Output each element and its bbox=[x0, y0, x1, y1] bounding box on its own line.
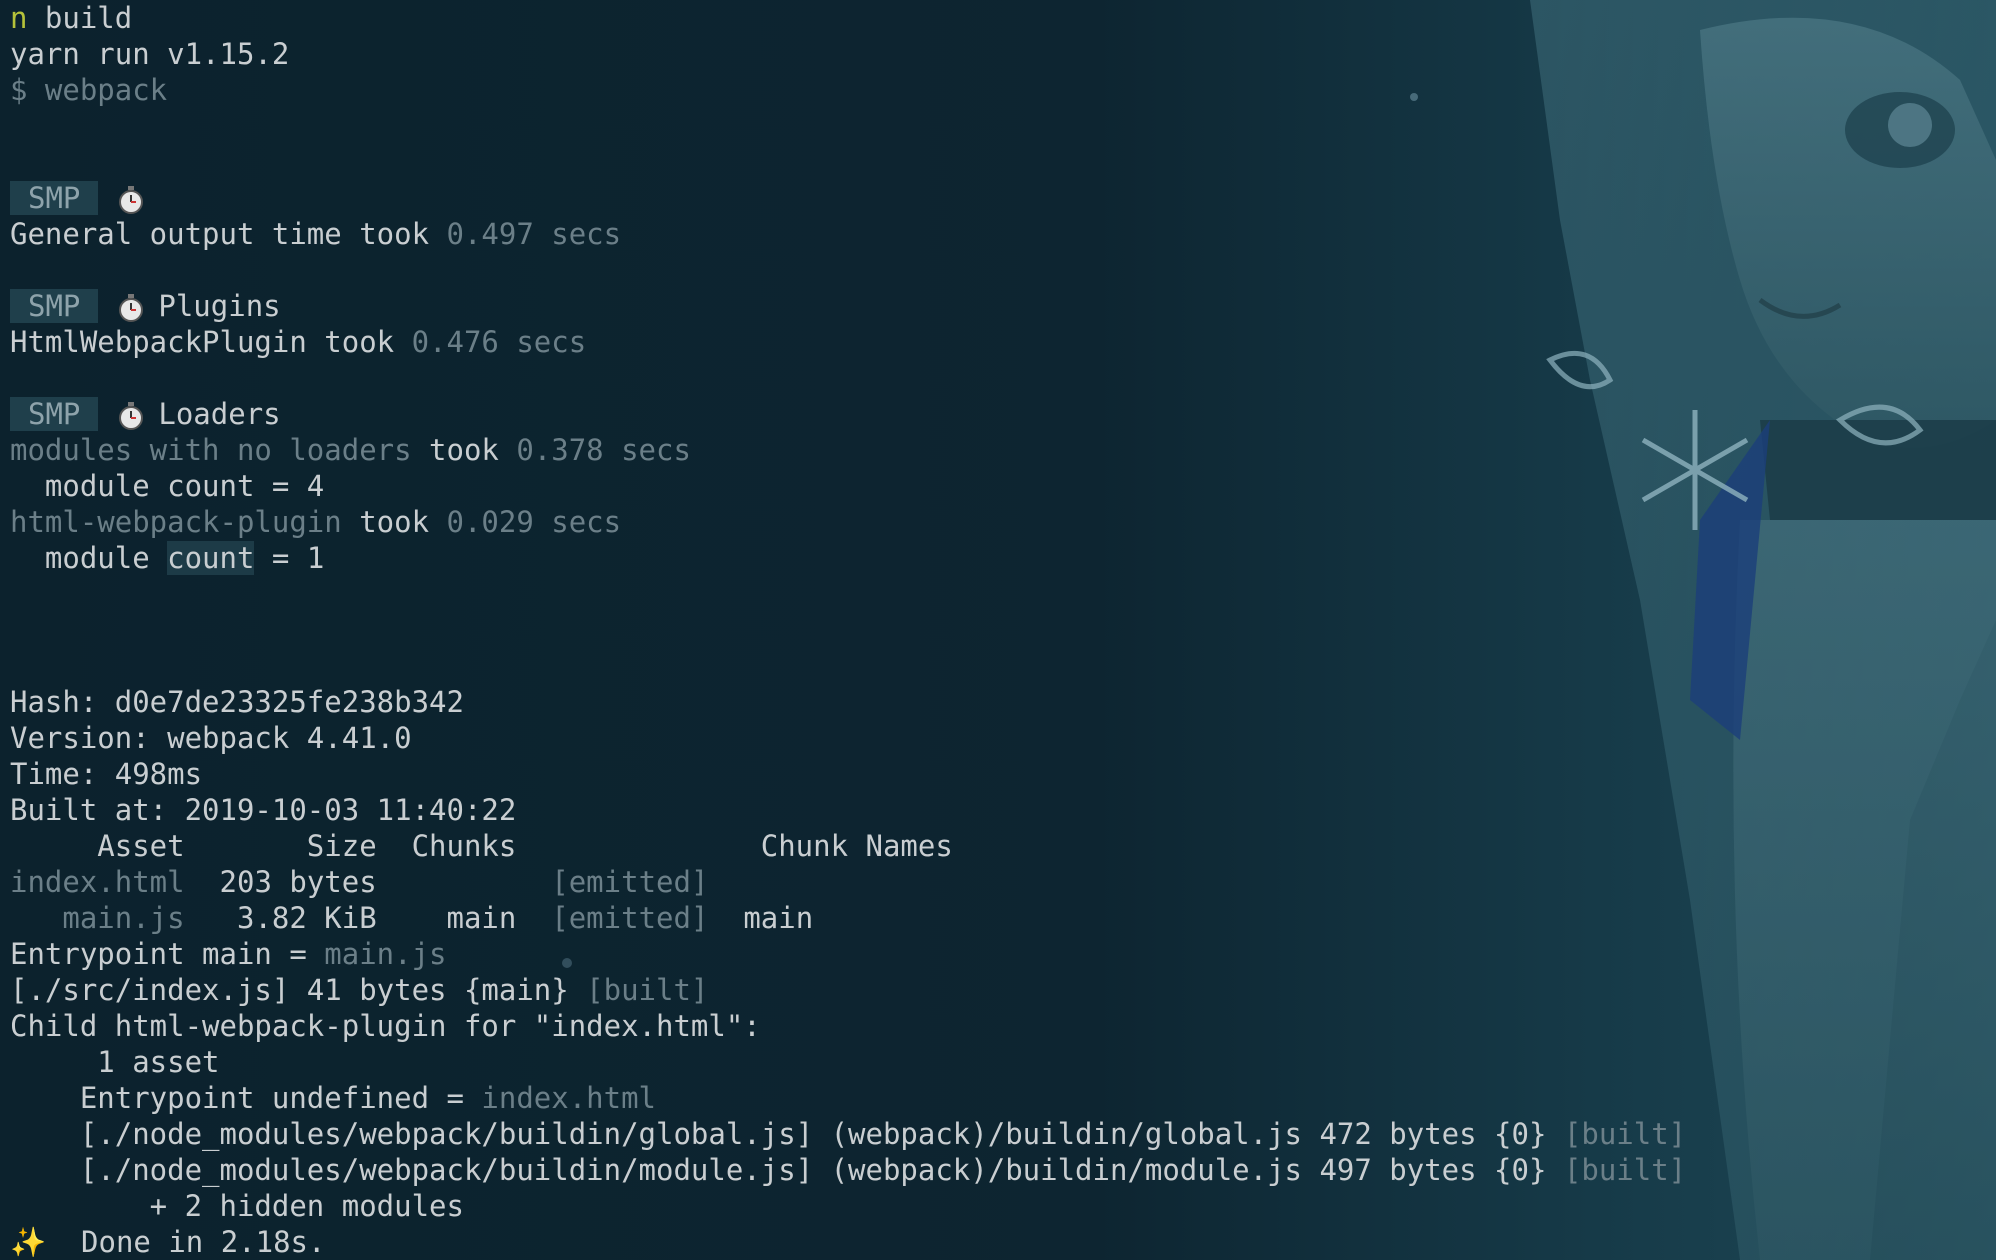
terminal-line: 1 asset bbox=[10, 1044, 1996, 1080]
asset-status: [emitted] bbox=[551, 865, 709, 899]
asset-name: main.js bbox=[10, 901, 185, 935]
terminal-line: + 2 hidden modules bbox=[10, 1188, 1996, 1224]
build-time: Time: 498ms bbox=[10, 757, 203, 791]
child-asset-count: 1 asset bbox=[10, 1045, 220, 1079]
terminal-line: module count = 1 bbox=[10, 540, 1996, 576]
terminal-line: Hash: d0e7de23325fe238b342 bbox=[10, 684, 1996, 720]
highlighted-search-match[interactable]: count bbox=[167, 541, 255, 575]
done-message: Done in 2.18s. bbox=[46, 1225, 326, 1259]
child-compilation-line: Child html-webpack-plugin for "index.htm… bbox=[10, 1009, 761, 1043]
loader-module-count-prefix: module bbox=[10, 541, 168, 575]
terminal-line: Entrypoint main = main.js bbox=[10, 936, 1996, 972]
module-status: [built] bbox=[1563, 1153, 1687, 1187]
asset-table-header: Asset Size Chunks Chunk Names bbox=[10, 828, 1996, 864]
webpack-command-text: $ webpack bbox=[10, 73, 168, 107]
module-status: [built] bbox=[1563, 1117, 1687, 1151]
prompt-indicator: n bbox=[10, 1, 28, 35]
terminal-line: [./node_modules/webpack/buildin/module.j… bbox=[10, 1152, 1996, 1188]
stopwatch-icon bbox=[119, 186, 144, 214]
general-output-value: 0.497 secs bbox=[446, 217, 622, 251]
terminal-line: modules with no loaders took 0.378 secs bbox=[10, 432, 1996, 468]
terminal-line: Time: 498ms bbox=[10, 756, 1996, 792]
child-entrypoint-label: Entrypoint undefined = bbox=[10, 1081, 482, 1115]
loader-name: html-webpack-plugin bbox=[10, 505, 342, 539]
loader-module-count: module count = 4 bbox=[10, 469, 325, 503]
smp-loaders-header: SMP Loaders bbox=[10, 396, 1996, 432]
terminal-line: module count = 4 bbox=[10, 468, 1996, 504]
stopwatch-icon bbox=[119, 402, 144, 430]
entrypoint-label: Entrypoint main = bbox=[10, 937, 325, 971]
loader-time-value: 0.029 secs bbox=[446, 505, 622, 539]
smp-badge: SMP bbox=[10, 397, 99, 431]
terminal-output[interactable]: n build yarn run v1.15.2 $ webpack SMP G… bbox=[10, 0, 1996, 1260]
stopwatch-icon bbox=[119, 294, 144, 322]
child-entrypoint-file: index.html bbox=[481, 1081, 657, 1115]
terminal-line: [./node_modules/webpack/buildin/global.j… bbox=[10, 1116, 1996, 1152]
smp-general-header: SMP bbox=[10, 180, 1996, 216]
plugins-title: Plugins bbox=[158, 289, 281, 323]
terminal-line: n build bbox=[10, 0, 1996, 36]
built-at: Built at: 2019-10-03 11:40:22 bbox=[10, 793, 517, 827]
yarn-version-text: yarn run v1.15.2 bbox=[10, 37, 290, 71]
build-hash: Hash: d0e7de23325fe238b342 bbox=[10, 685, 464, 719]
smp-badge: SMP bbox=[10, 289, 99, 323]
plugin-name: HtmlWebpackPlugin took bbox=[10, 325, 412, 359]
terminal-line: $ webpack bbox=[10, 72, 1996, 108]
global-module-line: [./node_modules/webpack/buildin/global.j… bbox=[10, 1117, 1564, 1151]
loader-took-text: took bbox=[411, 433, 517, 467]
loader-name: modules with no loaders bbox=[10, 433, 412, 467]
module-module-line: [./node_modules/webpack/buildin/module.j… bbox=[10, 1153, 1564, 1187]
smp-badge: SMP bbox=[10, 181, 99, 215]
plugin-time-value: 0.476 secs bbox=[411, 325, 587, 359]
asset-name: index.html bbox=[10, 865, 185, 899]
loader-time-value: 0.378 secs bbox=[516, 433, 691, 467]
smp-plugins-header: SMP Plugins bbox=[10, 288, 1996, 324]
webpack-version: Version: webpack 4.41.0 bbox=[10, 721, 412, 755]
terminal-line: html-webpack-plugin took 0.029 secs bbox=[10, 504, 1996, 540]
table-row: main.js 3.82 KiB main [emitted] main bbox=[10, 900, 1996, 936]
hidden-modules-line: + 2 hidden modules bbox=[10, 1189, 464, 1223]
terminal-line: Entrypoint undefined = index.html bbox=[10, 1080, 1996, 1116]
terminal-line: Built at: 2019-10-03 11:40:22 bbox=[10, 792, 1996, 828]
terminal-line: yarn run v1.15.2 bbox=[10, 36, 1996, 72]
terminal-line: Version: webpack 4.41.0 bbox=[10, 720, 1996, 756]
sparkles-icon: ✨ bbox=[10, 1225, 47, 1259]
loader-took-text: took bbox=[341, 505, 447, 539]
asset-chunk-names: main bbox=[708, 901, 814, 935]
general-output-label: General output time took bbox=[10, 217, 447, 251]
table-header-text: Asset Size Chunks Chunk Names bbox=[10, 829, 953, 863]
terminal-line: General output time took 0.497 secs bbox=[10, 216, 1996, 252]
entrypoint-file: main.js bbox=[324, 937, 447, 971]
module-status: [built] bbox=[586, 973, 709, 1007]
command-text: build bbox=[27, 1, 133, 35]
terminal-line: Child html-webpack-plugin for "index.htm… bbox=[10, 1008, 1996, 1044]
loaders-title: Loaders bbox=[158, 397, 281, 431]
loader-module-count-suffix: = 1 bbox=[254, 541, 325, 575]
terminal-line: ✨ Done in 2.18s. bbox=[10, 1224, 1996, 1260]
table-row: index.html 203 bytes [emitted] bbox=[10, 864, 1996, 900]
terminal-window[interactable]: n build yarn run v1.15.2 $ webpack SMP G… bbox=[0, 0, 1996, 1260]
asset-size-chunks: 3.82 KiB main bbox=[184, 901, 552, 935]
asset-status: [emitted] bbox=[551, 901, 709, 935]
asset-size-chunks: 203 bytes bbox=[184, 865, 552, 899]
terminal-line: HtmlWebpackPlugin took 0.476 secs bbox=[10, 324, 1996, 360]
terminal-line: [./src/index.js] 41 bytes {main} [built] bbox=[10, 972, 1996, 1008]
source-module-line: [./src/index.js] 41 bytes {main} bbox=[10, 973, 587, 1007]
